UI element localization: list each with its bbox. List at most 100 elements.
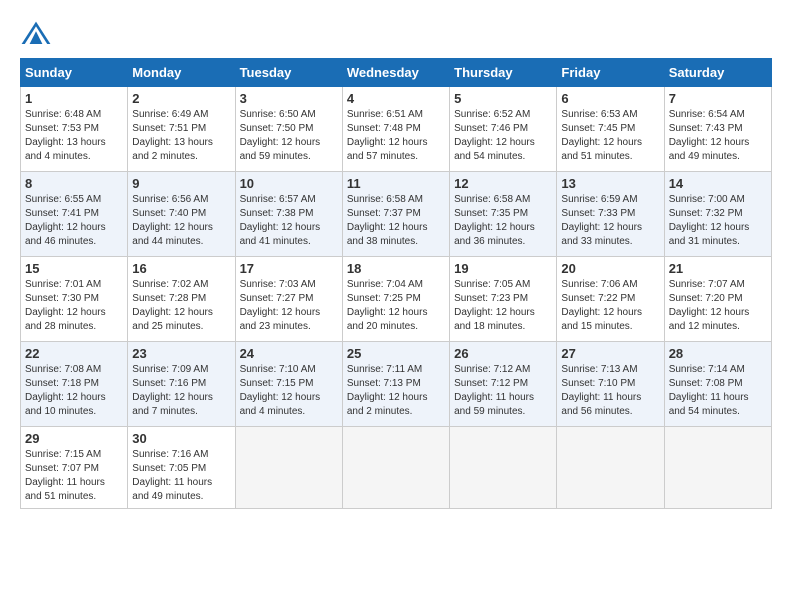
column-header-thursday: Thursday	[450, 59, 557, 87]
calendar-cell: 21 Sunrise: 7:07 AMSunset: 7:20 PMDayligh…	[664, 257, 771, 342]
calendar-cell: 5 Sunrise: 6:52 AMSunset: 7:46 PMDaylight…	[450, 87, 557, 172]
day-number: 18	[347, 261, 445, 276]
day-number: 29	[25, 431, 123, 446]
day-number: 5	[454, 91, 552, 106]
calendar-cell: 4Sunrise: 6:51 AMSunset: 7:48 PMDaylight…	[342, 87, 449, 172]
day-number: 17	[240, 261, 338, 276]
day-number: 22	[25, 346, 123, 361]
calendar-cell: 29 Sunrise: 7:15 AMSunset: 7:07 PMDayligh…	[21, 427, 128, 509]
logo	[20, 20, 56, 48]
calendar-cell: 26 Sunrise: 7:12 AMSunset: 7:12 PMDayligh…	[450, 342, 557, 427]
calendar-cell: 3 Sunrise: 6:50 AMSunset: 7:50 PMDaylight…	[235, 87, 342, 172]
day-info: Sunrise: 6:58 AMSunset: 7:37 PMDaylight:…	[347, 193, 445, 249]
calendar-cell: 24 Sunrise: 7:10 AMSunset: 7:15 PMDayligh…	[235, 342, 342, 427]
day-info: Sunrise: 7:09 AMSunset: 7:16 PMDaylight:…	[132, 363, 230, 419]
calendar-header-row: SundayMondayTuesdayWednesdayThursdayFrid…	[21, 59, 772, 87]
day-number: 21	[669, 261, 767, 276]
calendar-cell: 9 Sunrise: 6:56 AMSunset: 7:40 PMDaylight…	[128, 172, 235, 257]
calendar-week-row: 29 Sunrise: 7:15 AMSunset: 7:07 PMDayligh…	[21, 427, 772, 509]
calendar-cell: 15 Sunrise: 7:01 AMSunset: 7:30 PMDayligh…	[21, 257, 128, 342]
calendar-cell: 2Sunrise: 6:49 AMSunset: 7:51 PMDaylight…	[128, 87, 235, 172]
calendar-cell	[450, 427, 557, 509]
day-info: Sunrise: 6:50 AMSunset: 7:50 PMDaylight:…	[240, 108, 338, 164]
calendar-cell: 8 Sunrise: 6:55 AMSunset: 7:41 PMDaylight…	[21, 172, 128, 257]
column-header-wednesday: Wednesday	[342, 59, 449, 87]
calendar-cell: 1Sunrise: 6:48 AMSunset: 7:53 PMDaylight…	[21, 87, 128, 172]
day-number: 27	[561, 346, 659, 361]
day-number: 10	[240, 176, 338, 191]
calendar-cell: 22 Sunrise: 7:08 AMSunset: 7:18 PMDayligh…	[21, 342, 128, 427]
day-info: Sunrise: 7:02 AMSunset: 7:28 PMDaylight:…	[132, 278, 230, 334]
day-number: 9	[132, 176, 230, 191]
day-info: Sunrise: 6:55 AMSunset: 7:41 PMDaylight:…	[25, 193, 123, 249]
calendar-cell: 12 Sunrise: 6:58 AMSunset: 7:35 PMDayligh…	[450, 172, 557, 257]
day-info: Sunrise: 7:13 AMSunset: 7:10 PMDaylight:…	[561, 363, 659, 419]
day-number: 6	[561, 91, 659, 106]
day-number: 1	[25, 91, 123, 106]
day-info: Sunrise: 7:16 AMSunset: 7:05 PMDaylight:…	[132, 448, 230, 504]
column-header-sunday: Sunday	[21, 59, 128, 87]
calendar-cell: 28 Sunrise: 7:14 AMSunset: 7:08 PMDayligh…	[664, 342, 771, 427]
calendar-table: SundayMondayTuesdayWednesdayThursdayFrid…	[20, 58, 772, 509]
day-number: 2	[132, 91, 230, 106]
calendar-week-row: 15 Sunrise: 7:01 AMSunset: 7:30 PMDayligh…	[21, 257, 772, 342]
day-info: Sunrise: 7:01 AMSunset: 7:30 PMDaylight:…	[25, 278, 123, 334]
calendar-cell: 27 Sunrise: 7:13 AMSunset: 7:10 PMDayligh…	[557, 342, 664, 427]
day-info: Sunrise: 7:07 AMSunset: 7:20 PMDaylight:…	[669, 278, 767, 334]
day-number: 15	[25, 261, 123, 276]
calendar-cell: 23 Sunrise: 7:09 AMSunset: 7:16 PMDayligh…	[128, 342, 235, 427]
calendar-cell: 13 Sunrise: 6:59 AMSunset: 7:33 PMDayligh…	[557, 172, 664, 257]
column-header-monday: Monday	[128, 59, 235, 87]
day-info: Sunrise: 6:56 AMSunset: 7:40 PMDaylight:…	[132, 193, 230, 249]
day-number: 3	[240, 91, 338, 106]
calendar-cell	[557, 427, 664, 509]
calendar-cell: 10 Sunrise: 6:57 AMSunset: 7:38 PMDayligh…	[235, 172, 342, 257]
day-info: Sunrise: 6:53 AMSunset: 7:45 PMDaylight:…	[561, 108, 659, 164]
day-number: 20	[561, 261, 659, 276]
day-info: Sunrise: 6:58 AMSunset: 7:35 PMDaylight:…	[454, 193, 552, 249]
calendar-cell: 30 Sunrise: 7:16 AMSunset: 7:05 PMDayligh…	[128, 427, 235, 509]
column-header-tuesday: Tuesday	[235, 59, 342, 87]
day-number: 24	[240, 346, 338, 361]
day-info: Sunrise: 7:14 AMSunset: 7:08 PMDaylight:…	[669, 363, 767, 419]
day-info: Sunrise: 6:52 AMSunset: 7:46 PMDaylight:…	[454, 108, 552, 164]
day-number: 19	[454, 261, 552, 276]
day-number: 25	[347, 346, 445, 361]
day-number: 12	[454, 176, 552, 191]
calendar-week-row: 1Sunrise: 6:48 AMSunset: 7:53 PMDaylight…	[21, 87, 772, 172]
day-info: Sunrise: 7:08 AMSunset: 7:18 PMDaylight:…	[25, 363, 123, 419]
day-number: 30	[132, 431, 230, 446]
day-info: Sunrise: 7:10 AMSunset: 7:15 PMDaylight:…	[240, 363, 338, 419]
calendar-cell: 6 Sunrise: 6:53 AMSunset: 7:45 PMDaylight…	[557, 87, 664, 172]
column-header-friday: Friday	[557, 59, 664, 87]
calendar-cell: 11Sunrise: 6:58 AMSunset: 7:37 PMDayligh…	[342, 172, 449, 257]
calendar-cell: 7Sunrise: 6:54 AMSunset: 7:43 PMDaylight…	[664, 87, 771, 172]
day-number: 8	[25, 176, 123, 191]
calendar-cell: 14 Sunrise: 7:00 AMSunset: 7:32 PMDayligh…	[664, 172, 771, 257]
column-header-saturday: Saturday	[664, 59, 771, 87]
day-number: 13	[561, 176, 659, 191]
day-number: 28	[669, 346, 767, 361]
day-info: Sunrise: 6:59 AMSunset: 7:33 PMDaylight:…	[561, 193, 659, 249]
day-info: Sunrise: 7:00 AMSunset: 7:32 PMDaylight:…	[669, 193, 767, 249]
day-number: 14	[669, 176, 767, 191]
day-info: Sunrise: 7:03 AMSunset: 7:27 PMDaylight:…	[240, 278, 338, 334]
day-number: 26	[454, 346, 552, 361]
calendar-cell	[664, 427, 771, 509]
calendar-cell: 18 Sunrise: 7:04 AMSunset: 7:25 PMDayligh…	[342, 257, 449, 342]
calendar-cell: 16Sunrise: 7:02 AMSunset: 7:28 PMDayligh…	[128, 257, 235, 342]
page-header	[20, 20, 772, 48]
day-info: Sunrise: 7:06 AMSunset: 7:22 PMDaylight:…	[561, 278, 659, 334]
day-info: Sunrise: 6:57 AMSunset: 7:38 PMDaylight:…	[240, 193, 338, 249]
day-info: Sunrise: 7:12 AMSunset: 7:12 PMDaylight:…	[454, 363, 552, 419]
day-info: Sunrise: 7:11 AMSunset: 7:13 PMDaylight:…	[347, 363, 445, 419]
day-info: Sunrise: 7:04 AMSunset: 7:25 PMDaylight:…	[347, 278, 445, 334]
day-number: 7	[669, 91, 767, 106]
day-info: Sunrise: 7:15 AMSunset: 7:07 PMDaylight:…	[25, 448, 123, 504]
day-info: Sunrise: 7:05 AMSunset: 7:23 PMDaylight:…	[454, 278, 552, 334]
calendar-cell: 17 Sunrise: 7:03 AMSunset: 7:27 PMDayligh…	[235, 257, 342, 342]
logo-icon	[20, 20, 52, 48]
day-number: 23	[132, 346, 230, 361]
calendar-week-row: 22 Sunrise: 7:08 AMSunset: 7:18 PMDayligh…	[21, 342, 772, 427]
day-info: Sunrise: 6:51 AMSunset: 7:48 PMDaylight:…	[347, 108, 445, 164]
